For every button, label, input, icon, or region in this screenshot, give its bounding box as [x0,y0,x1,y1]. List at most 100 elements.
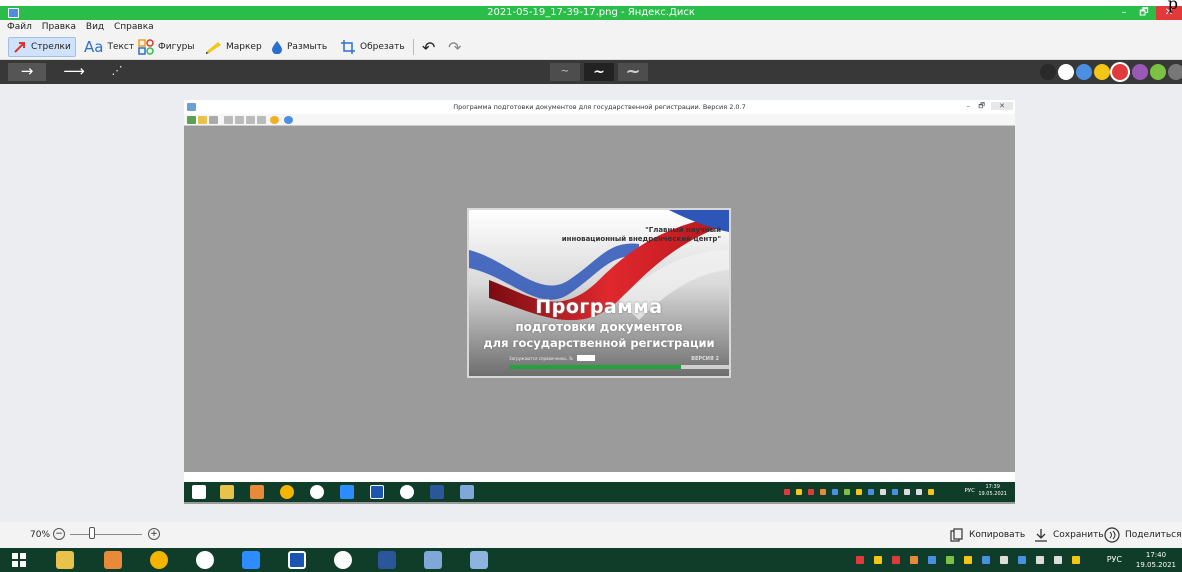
save-button[interactable]: Сохранить [1034,527,1104,543]
color-swatch-blue[interactable] [1076,64,1092,80]
inner-time: 17:39 [985,484,1000,490]
tray-icon[interactable] [892,556,900,564]
bottom-bar: 70% − + Копировать Сохранить Поделиться [0,522,1182,548]
shapes-tool-button[interactable]: Фигуры [134,37,198,57]
marker-label: Маркер [226,42,262,52]
yandex-browser-icon-2[interactable] [334,551,352,569]
share-button[interactable]: Поделиться [1104,527,1182,543]
share-icon [1104,527,1120,543]
blur-tool-button[interactable]: Размыть [267,37,331,57]
inner-tray-icon [784,489,790,495]
crop-tool-button[interactable]: Обрезать [336,37,409,57]
color-swatch-yellow[interactable] [1094,64,1110,80]
tray-icon[interactable] [964,556,972,564]
inner-minimize-icon: – [966,102,971,110]
tray-icon[interactable] [856,556,864,564]
marker-tool-button[interactable]: Маркер [200,37,266,57]
tray-icon[interactable] [928,556,936,564]
stroke-thick-button[interactable]: ~ [618,63,648,81]
redo-button[interactable]: ↷ [444,37,465,57]
file-explorer-icon[interactable] [56,551,74,569]
zoom-slider-thumb[interactable] [88,527,95,539]
text-tool-button[interactable]: Aa Текст [80,37,138,57]
arrows-tool-button[interactable]: Стрелки [8,37,76,57]
menu-edit[interactable]: Правка [42,20,76,34]
taskbar-clock[interactable]: 17:40 19.05.2021 [1136,550,1176,570]
menu-bar: Файл Правка Вид Справка [0,20,1182,34]
splash-version: ВЕРСИЯ 2 [691,356,719,362]
toolbar-divider [413,39,414,55]
phone-app-icon[interactable] [288,551,306,569]
menu-view[interactable]: Вид [86,20,104,34]
toolbar: Стрелки Aa Текст Фигуры Маркер Размыть О… [0,34,1182,60]
inner-maximize-icon: 🗗 [978,102,985,110]
zoom-out-button[interactable]: − [53,528,65,540]
color-swatch-gray[interactable] [1168,64,1182,80]
shapes-label: Фигуры [158,42,195,52]
inner-tray-icon [832,489,838,495]
color-swatch-white[interactable] [1058,64,1074,80]
zoom-app-icon[interactable] [242,551,260,569]
word-icon[interactable] [378,551,396,569]
color-swatch-green[interactable] [1150,64,1166,80]
zoom-in-button[interactable]: + [148,528,160,540]
tray-icon[interactable] [1036,556,1044,564]
monitor-app-icon[interactable] [424,551,442,569]
shapes-icon [138,39,154,55]
inner-language-indicator: РУС [964,488,975,494]
chrome-icon[interactable] [150,551,168,569]
color-swatch-red[interactable] [1112,64,1128,80]
inner-print-icon [224,116,233,124]
inner-title-bar: Программа подготовки документов для госу… [184,100,1015,114]
tool-options-bar: → ⟶ ⋰ ~ ~ ~ [0,60,1182,84]
inner-clock: 17:39 19.05.2021 [978,484,1007,498]
tray-icon[interactable] [1072,556,1080,564]
windows-taskbar: РУС 17:40 19.05.2021 [0,548,1182,572]
tray-icon[interactable] [874,556,882,564]
splash-percent-label: % [569,356,573,361]
yandex-disk-icon[interactable] [470,551,488,569]
language-indicator[interactable]: РУС [1107,555,1122,564]
menu-help[interactable]: Справка [114,20,154,34]
arrow-style-dotted-button[interactable]: ⋰ [98,63,136,81]
inner-explorer-icon [220,485,234,499]
menu-file[interactable]: Файл [7,20,32,34]
arrow-style-thick-button[interactable]: ⟶ [55,63,93,81]
undo-button[interactable]: ↶ [418,37,439,57]
windows-start-icon[interactable] [12,553,26,567]
color-swatch-black[interactable] [1040,64,1056,80]
color-swatch-purple[interactable] [1132,64,1148,80]
stroke-thin-button[interactable]: ~ [550,63,580,81]
inner-chrome-icon [280,485,294,499]
inner-tray-icon [904,489,910,495]
tray-icon[interactable] [982,556,990,564]
inner-help-icon [284,116,293,124]
yandex-disk-editor: р 2021-05-19_17-39-17.png - Яндекс.Диск … [0,0,1182,572]
tray-icon[interactable] [946,556,954,564]
splash-organization: "Главный научный инновационный внедренче… [469,226,721,244]
inner-yandex-icon-2 [400,485,414,499]
maximize-button[interactable]: 🗗 [1136,6,1152,20]
share-label: Поделиться [1125,530,1182,540]
tray-icon[interactable] [1054,556,1062,564]
minimize-button[interactable]: – [1116,6,1132,20]
taskbar-app-icon[interactable] [104,551,122,569]
drop-icon [272,41,282,54]
splash-headline: Программа [535,296,663,318]
stroke-medium-button[interactable]: ~ [584,63,614,81]
tray-icon[interactable] [910,556,918,564]
splash-percent-box [577,355,595,361]
inner-tray-icon [928,489,934,495]
splash-org-line2: инновационный внедренческий центр" [561,235,721,243]
inner-preview-icon [235,116,244,124]
tray-icon[interactable] [1018,556,1026,564]
copy-button[interactable]: Копировать [950,527,1025,543]
arrow-style-thin-button[interactable]: → [8,63,46,81]
blur-label: Размыть [287,42,328,52]
redo-icon: ↷ [448,37,462,57]
zoom-slider-track[interactable] [70,534,142,535]
inner-tray-icon [880,489,886,495]
yandex-browser-icon[interactable] [196,551,214,569]
tray-icon[interactable] [1000,556,1008,564]
undo-icon: ↶ [422,37,436,57]
